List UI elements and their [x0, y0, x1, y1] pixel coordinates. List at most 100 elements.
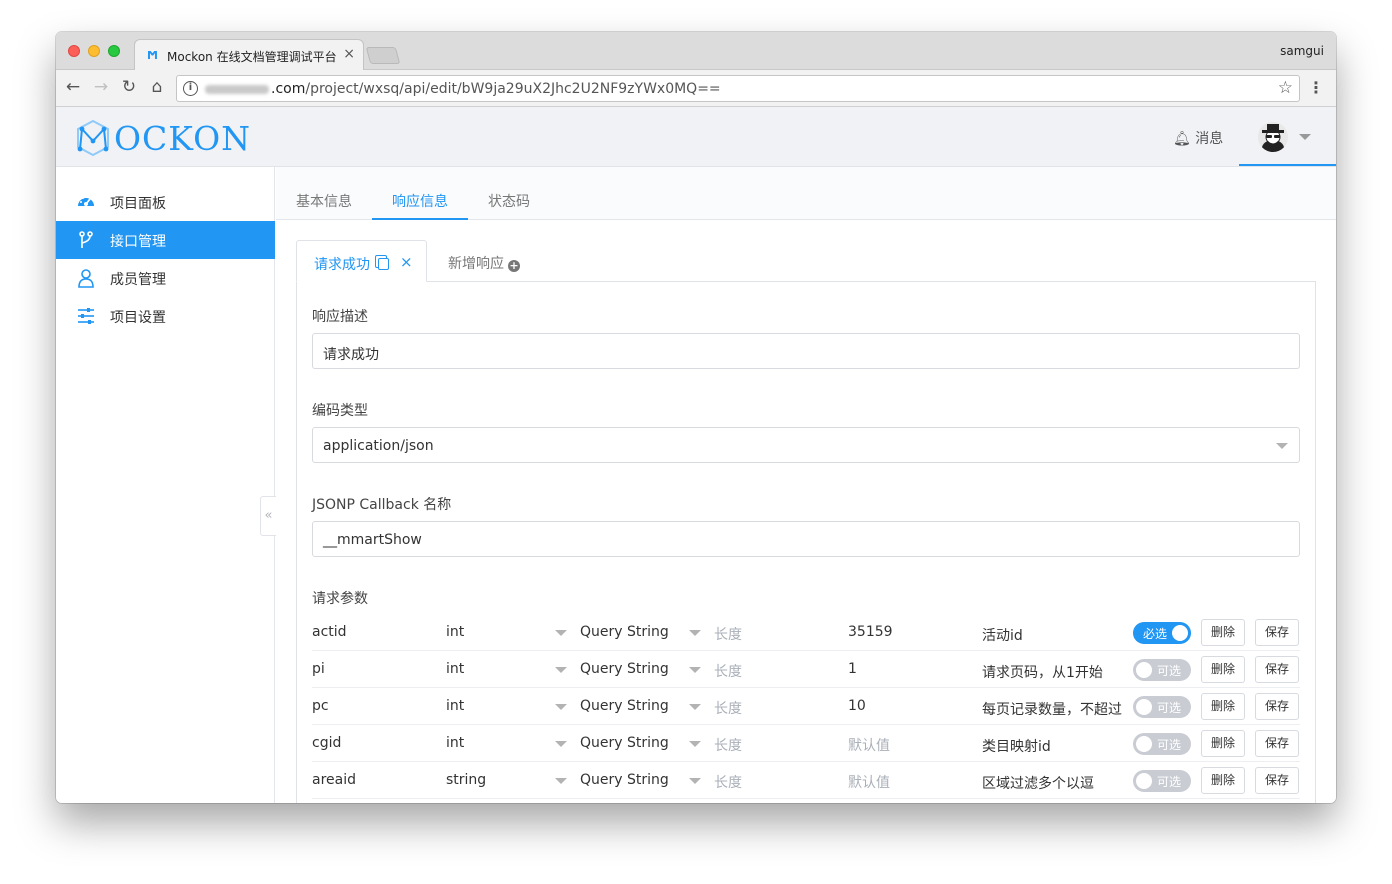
browser-menu-icon[interactable]: ⋮ [1308, 78, 1324, 97]
param-length-input[interactable]: 长度 [714, 772, 742, 792]
caret-down-icon [1299, 134, 1311, 140]
save-button[interactable]: 保存 [1255, 693, 1299, 720]
bookmark-star-icon[interactable]: ☆ [1278, 78, 1293, 98]
param-name-input[interactable]: pc [312, 698, 329, 714]
tab-basic-info[interactable]: 基本信息 [296, 191, 352, 211]
param-default-input[interactable]: 默认值 [848, 772, 890, 792]
param-type-select[interactable]: int [446, 735, 464, 751]
param-default-input[interactable]: 35159 [848, 624, 893, 640]
param-location-select[interactable]: Query String [580, 735, 669, 751]
param-desc-input[interactable]: 类目映射id [982, 736, 1124, 756]
home-icon[interactable]: ⌂ [146, 77, 168, 97]
param-type-select[interactable]: int [446, 661, 464, 677]
param-desc-input[interactable]: 区域过滤多个以逗 [982, 773, 1124, 793]
param-desc-input[interactable]: 活动id [982, 625, 1124, 645]
chevron-down-icon [689, 704, 701, 710]
save-button[interactable]: 保存 [1255, 730, 1299, 757]
browser-window: Ϻ Mockon 在线文档管理调试平台 × samgui ← → ↻ ⌂ i .… [56, 32, 1336, 803]
delete-button[interactable]: 删除 [1201, 656, 1245, 683]
required-toggle[interactable]: 可选 [1133, 659, 1191, 681]
chevron-down-icon [555, 741, 567, 747]
save-button[interactable]: 保存 [1255, 767, 1299, 794]
param-length-input[interactable]: 长度 [714, 735, 742, 755]
param-location-select[interactable]: Query String [580, 772, 669, 788]
close-icon[interactable]: × [400, 253, 413, 271]
blurred-domain [205, 85, 269, 94]
param-type-select[interactable]: int [446, 624, 464, 640]
param-length-input[interactable]: 长度 [714, 661, 742, 681]
param-name-input[interactable]: pi [312, 661, 325, 677]
forward-arrow-icon[interactable]: → [90, 77, 112, 97]
browser-toolbar: ← → ↻ ⌂ i .com/project/wxsq/api/edit/bW9… [56, 70, 1336, 107]
sidebar-collapse-button[interactable]: « [260, 496, 276, 536]
sidebar-item-settings[interactable]: 项目设置 [56, 297, 275, 335]
jsonp-input[interactable]: __mmartShow [312, 521, 1300, 557]
table-row: pi int Query String 长度 1 请求页码，从1开始 可选 删除… [312, 651, 1300, 688]
param-default-input[interactable]: 10 [848, 698, 866, 714]
minimize-window-button[interactable] [88, 45, 100, 57]
table-row: cgid int Query String 长度 默认值 类目映射id 可选 删… [312, 725, 1300, 762]
param-type-select[interactable]: int [446, 698, 464, 714]
param-desc-input[interactable]: 请求页码，从1开始 [982, 662, 1124, 682]
reload-icon[interactable]: ↻ [118, 77, 140, 97]
response-tab-success[interactable]: 请求成功 × [296, 240, 427, 282]
sidebar-item-dashboard[interactable]: 项目面板 [56, 183, 275, 221]
required-toggle[interactable]: 必选 [1133, 622, 1191, 644]
logo-text: OCKON [114, 119, 251, 158]
messages-link[interactable]: 🔔︎ 消息 [1173, 128, 1223, 148]
param-location-select[interactable]: Query String [580, 661, 669, 677]
param-default-input[interactable]: 1 [848, 661, 857, 677]
param-location-select[interactable]: Query String [580, 624, 669, 640]
save-button[interactable]: 保存 [1255, 656, 1299, 683]
add-response-tab[interactable]: 新增响应 + [448, 253, 520, 273]
user-menu[interactable] [1239, 107, 1336, 166]
profile-name[interactable]: samgui [1280, 44, 1324, 58]
delete-button[interactable]: 删除 [1201, 730, 1245, 757]
save-button[interactable]: 保存 [1255, 619, 1299, 646]
param-location-select[interactable]: Query String [580, 698, 669, 714]
toggle-label: 可选 [1157, 701, 1182, 715]
sidebar-item-label: 成员管理 [110, 272, 166, 288]
mockon-logo[interactable]: OCKON [76, 117, 251, 167]
toggle-label: 必选 [1143, 627, 1168, 641]
sidebar-item-members[interactable]: 成员管理 [56, 259, 275, 297]
sliders-icon [78, 308, 94, 324]
sidebar-item-api[interactable]: 接口管理 [56, 221, 275, 259]
param-length-input[interactable]: 长度 [714, 698, 742, 718]
required-toggle[interactable]: 可选 [1133, 770, 1191, 792]
new-tab-button[interactable] [365, 47, 401, 64]
table-row: areaid string Query String 长度 默认值 区域过滤多个… [312, 762, 1300, 799]
required-toggle[interactable]: 可选 [1133, 733, 1191, 755]
delete-button[interactable]: 删除 [1201, 693, 1245, 720]
tab-status-codes[interactable]: 状态码 [488, 191, 530, 211]
encoding-select[interactable]: application/json [312, 427, 1300, 463]
param-type-select[interactable]: string [446, 772, 486, 788]
url-text: .com/project/wxsq/api/edit/bW9ja29uX2Jhc… [271, 81, 721, 97]
desc-input[interactable]: 请求成功 [312, 333, 1300, 369]
param-length-input[interactable]: 长度 [714, 624, 742, 644]
param-desc-input[interactable]: 每页记录数量，不超过 [982, 699, 1124, 719]
response-panel: 请求成功 × 新增响应 + 响应描述 请求成功 编码类型 application/… [296, 240, 1316, 803]
param-name-input[interactable]: areaid [312, 772, 356, 788]
required-toggle[interactable]: 可选 [1133, 696, 1191, 718]
response-tab-label: 请求成功 [314, 257, 370, 273]
tab-response-info[interactable]: 响应信息 [392, 191, 448, 211]
avatar [1258, 122, 1288, 152]
back-arrow-icon[interactable]: ← [62, 77, 84, 97]
close-window-button[interactable] [68, 45, 80, 57]
info-icon[interactable]: i [183, 81, 198, 96]
zoom-window-button[interactable] [108, 45, 120, 57]
params-label: 请求参数 [312, 591, 368, 607]
branch-icon [79, 231, 93, 248]
table-row: actid int Query String 长度 35159 活动id 必选 … [312, 614, 1300, 651]
param-default-input[interactable]: 默认值 [848, 735, 890, 755]
param-name-input[interactable]: actid [312, 624, 347, 640]
address-bar[interactable]: i .com/project/wxsq/api/edit/bW9ja29uX2J… [176, 75, 1300, 102]
copy-icon[interactable] [375, 255, 389, 270]
browser-tab[interactable]: Ϻ Mockon 在线文档管理调试平台 × [134, 39, 364, 70]
tab-close-icon[interactable]: × [343, 46, 355, 62]
main-content: 基本信息 响应信息 状态码 请求成功 × 新增响应 + 响应描述 请求成功 编码类… [276, 167, 1336, 803]
delete-button[interactable]: 删除 [1201, 767, 1245, 794]
delete-button[interactable]: 删除 [1201, 619, 1245, 646]
param-name-input[interactable]: cgid [312, 735, 341, 751]
